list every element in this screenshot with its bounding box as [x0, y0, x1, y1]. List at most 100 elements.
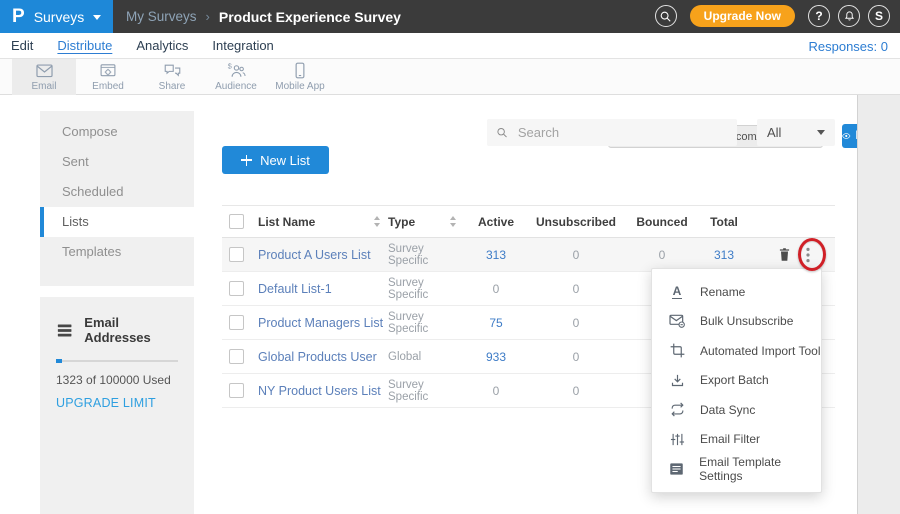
row-checkbox[interactable]	[229, 383, 244, 398]
breadcrumb-my-surveys[interactable]: My Surveys	[126, 9, 197, 24]
user-avatar[interactable]: S	[868, 5, 890, 27]
unsubscribed-count: 0	[528, 350, 624, 364]
column-header-list-name[interactable]: List Name	[258, 215, 388, 229]
header-actions: Upgrade Now ? S	[655, 5, 890, 27]
channel-tab-email[interactable]: Email	[12, 59, 76, 95]
select-all-checkbox[interactable]	[229, 214, 244, 229]
column-label: List Name	[258, 215, 315, 229]
sidebar-item-compose[interactable]: Compose	[40, 117, 194, 147]
channel-tab-share[interactable]: Share	[140, 59, 204, 95]
email-usage-text: 1323 of 100000 Used	[56, 373, 178, 387]
column-header-active: Active	[464, 215, 528, 229]
breadcrumb-separator: ›	[206, 9, 210, 24]
menu-item-label: Email Filter	[700, 432, 760, 446]
list-name-link[interactable]: Product A Users List	[258, 248, 388, 262]
filter-dropdown[interactable]: All	[757, 119, 835, 146]
page-title: Product Experience Survey	[219, 9, 401, 25]
menu-item-label: Rename	[700, 285, 745, 299]
window-edge	[857, 95, 900, 514]
email-usage-progress-fill	[56, 359, 62, 363]
menu-item-label: Email Template Settings	[699, 455, 821, 483]
column-header-type[interactable]: Type	[388, 215, 464, 229]
list-type: Global	[388, 351, 464, 363]
chevron-down-icon	[93, 15, 101, 20]
crop-import-icon	[669, 343, 685, 359]
active-count: 313	[464, 248, 528, 262]
questionpro-logo: P	[12, 6, 25, 28]
sidebar-item-lists[interactable]: Lists	[40, 207, 194, 237]
list-type: Survey Specific	[388, 277, 464, 301]
tab-distribute[interactable]: Distribute	[57, 38, 112, 53]
menu-item-rename[interactable]: A Rename	[652, 277, 821, 307]
email-sidebar-nav: Compose Sent Scheduled Lists Templates	[40, 111, 194, 286]
unsubscribed-count: 0	[528, 248, 624, 262]
list-name-link[interactable]: NY Product Users List	[258, 384, 388, 398]
rename-icon: A	[669, 284, 685, 300]
envelope-remove-icon	[669, 313, 685, 329]
sidebar-item-scheduled[interactable]: Scheduled	[40, 177, 194, 207]
search-icon	[496, 126, 508, 139]
tab-edit[interactable]: Edit	[11, 38, 33, 53]
menu-item-email-filter[interactable]: Email Filter	[652, 425, 821, 455]
channel-tab-mobile-app[interactable]: Mobile App	[268, 59, 332, 95]
email-addresses-header: Email Addresses	[57, 315, 178, 345]
row-checkbox[interactable]	[229, 281, 244, 296]
annotation-highlight-circle	[798, 238, 826, 271]
column-header-total: Total	[700, 215, 748, 229]
sync-repeat-icon	[669, 402, 685, 418]
responses-count[interactable]: Responses: 0	[809, 33, 889, 59]
menu-item-label: Bulk Unsubscribe	[700, 314, 793, 328]
sliders-filter-icon	[669, 431, 685, 447]
new-list-label: New List	[260, 153, 310, 168]
row-checkbox[interactable]	[229, 315, 244, 330]
new-list-button[interactable]: New List	[222, 146, 329, 174]
embed-icon	[99, 63, 117, 79]
sort-icon	[374, 216, 380, 227]
active-count: 75	[464, 316, 528, 330]
menu-item-export-batch[interactable]: Export Batch	[652, 366, 821, 396]
channel-tab-label: Embed	[92, 81, 124, 92]
unsubscribed-count: 0	[528, 282, 624, 296]
distribute-toolbar: Email Embed Share $ Audience Mobile App …	[0, 59, 900, 95]
delete-list-button[interactable]	[778, 247, 791, 262]
upgrade-limit-link[interactable]: UPGRADE LIMIT	[56, 396, 178, 410]
email-addresses-title: Email Addresses	[84, 315, 178, 345]
list-search-box[interactable]	[487, 119, 737, 146]
table-row: Product A Users List Survey Specific 313…	[222, 238, 835, 272]
audience-icon: $	[227, 62, 246, 79]
tab-analytics[interactable]: Analytics	[136, 38, 188, 53]
menu-item-email-template-settings[interactable]: Email Template Settings	[652, 454, 821, 484]
sidebar-item-sent[interactable]: Sent	[40, 147, 194, 177]
top-header-bar: P Surveys My Surveys › Product Experienc…	[0, 0, 900, 33]
mobile-phone-icon	[294, 62, 306, 79]
menu-item-automated-import-tool[interactable]: Automated Import Tool	[652, 336, 821, 366]
row-checkbox[interactable]	[229, 247, 244, 262]
channel-tab-audience[interactable]: $ Audience	[204, 59, 268, 95]
list-name-link[interactable]: Default List-1	[258, 282, 388, 296]
menu-item-bulk-unsubscribe[interactable]: Bulk Unsubscribe	[652, 307, 821, 337]
download-icon	[669, 372, 685, 388]
tab-integration[interactable]: Integration	[212, 38, 273, 53]
sidebar-item-templates[interactable]: Templates	[40, 237, 194, 267]
total-count: 313	[700, 248, 748, 262]
menu-item-data-sync[interactable]: Data Sync	[652, 395, 821, 425]
active-count: 0	[464, 282, 528, 296]
search-input[interactable]	[516, 124, 728, 141]
surveys-product-switcher[interactable]: P Surveys	[0, 0, 113, 33]
channel-tab-embed[interactable]: Embed	[76, 59, 140, 95]
question-mark-icon: ?	[815, 9, 822, 23]
template-document-icon	[669, 461, 684, 477]
bell-icon	[843, 10, 856, 23]
column-label: Type	[388, 215, 415, 229]
active-count: 0	[464, 384, 528, 398]
help-button[interactable]: ?	[808, 5, 830, 27]
global-search-button[interactable]	[655, 5, 677, 27]
product-name: Surveys	[34, 9, 85, 25]
row-checkbox[interactable]	[229, 349, 244, 364]
list-name-link[interactable]: Global Products User	[258, 350, 388, 364]
table-header-row: List Name Type Active Unsubscribed Bounc…	[222, 205, 835, 238]
sort-icon	[450, 216, 456, 227]
upgrade-now-button[interactable]: Upgrade Now	[690, 5, 795, 27]
list-name-link[interactable]: Product Managers List	[258, 316, 388, 330]
notifications-button[interactable]	[838, 5, 860, 27]
